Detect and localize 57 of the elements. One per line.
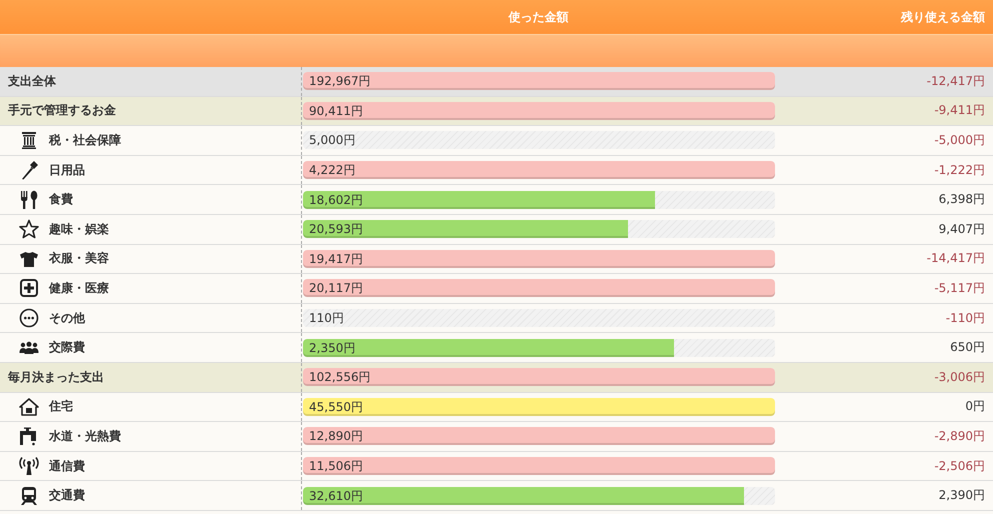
- category-label: 食費: [49, 191, 73, 208]
- house-icon: [19, 396, 39, 417]
- fork-spoon-icon: [19, 190, 39, 210]
- remaining-amount: -5,117円: [933, 280, 986, 297]
- remaining-amount: -2,506円: [933, 458, 986, 475]
- category-label: 交通費: [49, 487, 85, 504]
- spent-amount: 45,550円: [309, 398, 363, 416]
- spent-amount: 90,411円: [309, 102, 363, 120]
- column-header: 残り使える金額: [900, 8, 986, 26]
- category-label: 税・社会保障: [49, 132, 121, 149]
- antenna-icon: [19, 456, 39, 476]
- spent-amount: 20,593円: [309, 221, 363, 238]
- train-icon: [19, 486, 39, 506]
- category-label: 手元で管理するお金: [7, 102, 116, 120]
- column-header: 使った金額: [507, 8, 570, 26]
- category-label: 住宅: [49, 398, 73, 416]
- category-label: 毎月決まった支出: [7, 368, 104, 386]
- remaining-amount: 9,407円: [938, 220, 986, 238]
- remaining-amount: 6,398円: [938, 191, 986, 208]
- spent-amount: 20,117円: [309, 280, 363, 298]
- category-label: 水道・光熱費: [49, 428, 121, 445]
- remaining-amount: 650円: [949, 339, 986, 356]
- spent-amount: 2,350円: [309, 340, 356, 357]
- spent-amount: 18,602円: [309, 192, 363, 209]
- remaining-amount: -110円: [944, 310, 986, 327]
- spent-amount: 110円: [309, 310, 344, 328]
- remaining-amount: -1,222円: [933, 162, 986, 179]
- remaining-amount: -14,417円: [926, 250, 986, 268]
- category-label: 通信費: [49, 458, 85, 475]
- ellipsis-icon: [19, 308, 39, 328]
- category-label: 趣味・娯楽: [49, 220, 109, 238]
- category-label: 日用品: [49, 162, 85, 179]
- remaining-amount: -5,000円: [933, 132, 986, 149]
- pillar-building-icon: [19, 130, 39, 150]
- spent-amount: 12,890円: [309, 428, 363, 446]
- remaining-amount: -3,006円: [933, 368, 986, 386]
- remaining-amount: -12,417円: [926, 72, 986, 90]
- spent-amount: 32,610円: [309, 488, 363, 505]
- remaining-amount: 0円: [964, 398, 986, 416]
- faucet-icon: [19, 426, 39, 446]
- remaining-amount: 2,390円: [938, 487, 986, 504]
- star-icon: [19, 219, 39, 240]
- category-label: 支出全体: [7, 72, 56, 90]
- remaining-amount: -9,411円: [933, 102, 986, 120]
- spent-amount: 192,967円: [309, 73, 371, 90]
- spent-amount: 102,556円: [309, 369, 371, 386]
- category-label: 交際費: [49, 339, 85, 356]
- medical-cross-icon: [19, 278, 39, 298]
- spent-amount: 4,222円: [309, 162, 356, 180]
- category-label: 衣服・美容: [49, 250, 109, 268]
- category-label: その他: [49, 310, 85, 327]
- spent-amount: 5,000円: [309, 132, 356, 150]
- category-label: 健康・医療: [49, 280, 109, 297]
- spent-amount: 11,506円: [309, 458, 363, 476]
- remaining-amount: -2,890円: [933, 428, 986, 445]
- brush-icon: [19, 160, 39, 180]
- spent-amount: 19,417円: [309, 250, 363, 268]
